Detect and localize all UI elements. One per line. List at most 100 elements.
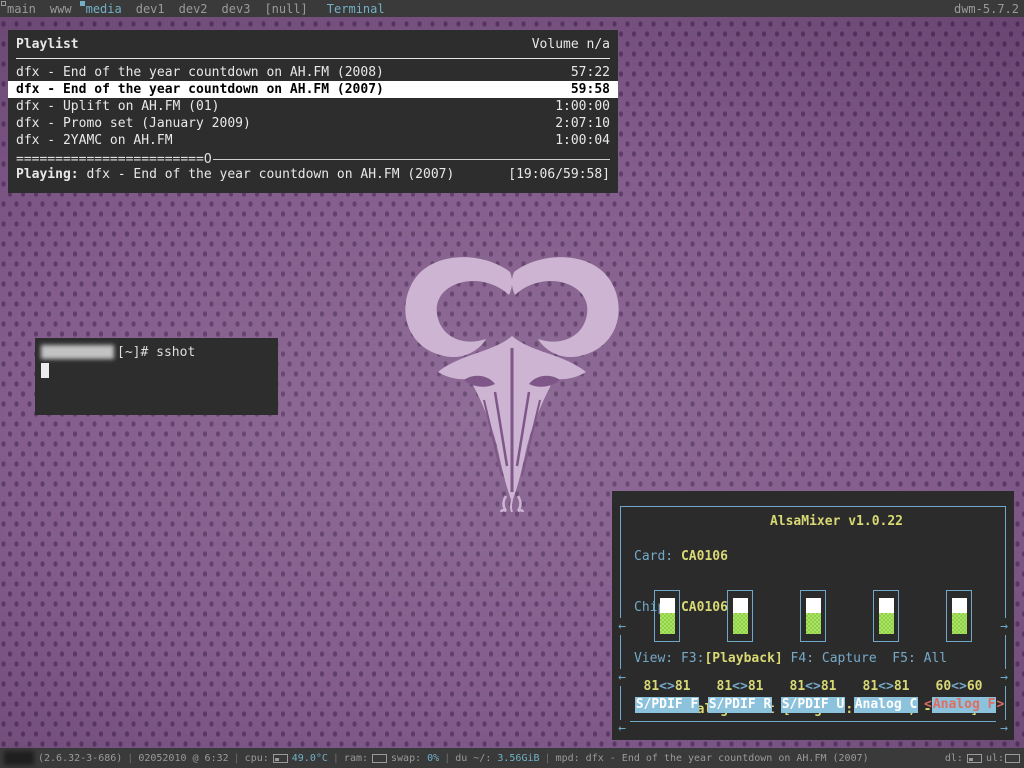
scroll-left-arrows: ← ← ← ← — [614, 584, 630, 768]
terminal-window[interactable]: [~]# sshot — [35, 338, 278, 415]
workspace-tag[interactable]: main — [0, 0, 43, 17]
seek-bar[interactable]: ========================O — [16, 152, 610, 166]
mixer-channel[interactable] — [778, 590, 848, 642]
playlist-rows: dfx - End of the year countdown on AH.FM… — [16, 64, 610, 149]
tag-indicator — [1, 1, 6, 6]
tag-label: media — [86, 2, 122, 16]
card-label: Card: — [634, 549, 681, 564]
track-name: dfx - Uplift on AH.FM (01) — [16, 98, 220, 115]
mixer-slider-fill — [952, 613, 967, 634]
playlist-row[interactable]: dfx - 2YAMC on AH.FM 1:00:04 — [16, 132, 610, 149]
workspace-tag[interactable]: dev3 — [215, 0, 258, 17]
now-playing-text: Playing: dfx - End of the year countdown… — [16, 167, 454, 185]
workspace-tag[interactable]: www — [43, 0, 79, 17]
workspace-tag[interactable]: media — [79, 0, 129, 17]
channel-label[interactable]: S/PDIF R — [708, 697, 773, 713]
channel-label[interactable]: S/PDIF U — [781, 697, 846, 713]
workspace-tag[interactable]: [null] — [257, 0, 314, 17]
workspace-tag[interactable]: dev2 — [172, 0, 215, 17]
volume-slider[interactable] — [727, 590, 753, 642]
track-time: 1:00:04 — [555, 132, 610, 149]
mixer-chip[interactable]: <Analog F> — [924, 697, 994, 713]
volume-status: Volume n/a — [532, 37, 610, 52]
card-value: CA0106 — [681, 549, 728, 564]
mixer-slider-fill — [733, 613, 748, 634]
gnu-logo — [396, 250, 628, 512]
terminal-prompt-line: [~]# sshot — [41, 344, 272, 360]
playlist-window: Playlist Volume n/a dfx - End of the yea… — [8, 30, 618, 193]
tag-label: dev2 — [179, 2, 208, 16]
volume-slider[interactable] — [873, 590, 899, 642]
datetime: 02052010 @ 6:32 — [138, 753, 228, 764]
cpu-temperature: 49.0°C — [292, 753, 328, 764]
mpd-track: dfx - End of the year countdown on AH.FM… — [586, 753, 869, 764]
volume-slider[interactable] — [946, 590, 972, 642]
tag-label: dev1 — [136, 2, 165, 16]
track-time: 1:00:00 — [555, 98, 610, 115]
mixer-chip[interactable]: <S/PDIF U> — [778, 697, 848, 713]
upload-gauge-icon — [1005, 754, 1020, 763]
du-value: 3.56GiB — [497, 753, 539, 764]
view-mode: [Playback] — [704, 651, 782, 666]
tag-label: www — [50, 2, 72, 16]
right-arrow-icon: → — [996, 618, 1012, 635]
scroll-right-arrows: → → → → — [996, 584, 1012, 768]
tag-label: main — [7, 2, 36, 16]
terminal-cursor[interactable] — [41, 363, 49, 378]
mixer-slider-fill — [879, 613, 894, 634]
mpd-label: mpd: — [556, 753, 586, 764]
mixer-channel[interactable] — [924, 590, 994, 642]
track-name: dfx - 2YAMC on AH.FM — [16, 132, 173, 149]
mixer-sliders — [632, 590, 994, 642]
status-bar: (2.6.32-3-686) | 02052010 @ 6:32 | cpu: … — [0, 748, 1024, 768]
left-arrow-icon: ← — [614, 669, 630, 686]
ram-label: ram: — [344, 753, 368, 764]
volume-slider[interactable] — [800, 590, 826, 642]
right-arrow-icon: → — [996, 669, 1012, 686]
mixer-channel[interactable] — [705, 590, 775, 642]
playlist-row[interactable]: dfx - End of the year countdown on AH.FM… — [16, 64, 610, 81]
tag-indicator — [80, 1, 85, 6]
track-name: dfx - Promo set (January 2009) — [16, 115, 251, 132]
network-monitors: dl: ul: — [945, 753, 1020, 764]
cpu-label: cpu: — [245, 753, 269, 764]
playlist-header: Playlist Volume n/a — [16, 30, 610, 59]
separator: | — [234, 753, 240, 764]
separator: | — [545, 753, 551, 764]
playing-label: Playing: — [16, 167, 86, 182]
playlist-row[interactable]: dfx - End of the year countdown on AH.FM… — [8, 81, 618, 98]
track-time: 57:22 — [571, 64, 610, 81]
track-name: dfx - End of the year countdown on AH.FM… — [16, 64, 384, 81]
mixer-view-line: View: F3:[Playback] F4: Capture F5: All — [634, 650, 978, 667]
seek-bar-elapsed: ======================== — [16, 152, 204, 167]
mixer-chip[interactable]: <S/PDIF R> — [705, 697, 775, 713]
seek-bar-remaining — [213, 159, 610, 160]
channel-label[interactable]: Analog C — [854, 697, 919, 713]
mixer-chip[interactable]: <Analog C> — [851, 697, 921, 713]
ram-gauge-icon — [372, 754, 387, 763]
separator: | — [444, 753, 450, 764]
channel-value: 81<>81 — [705, 679, 775, 694]
separator: | — [127, 753, 133, 764]
mixer-slider-fill — [660, 613, 675, 634]
mixer-channel-labels: <S/PDIF F> <S/PDIF R> <S/PDIF U> <Analog… — [632, 697, 994, 713]
now-playing-bar: Playing: dfx - End of the year countdown… — [16, 167, 610, 185]
redacted-hostname — [41, 345, 114, 359]
top-bar: main www media dev1 dev2 dev3 [null] Ter… — [0, 0, 1024, 17]
left-arrow-icon: ← — [614, 618, 630, 635]
separator: | — [333, 753, 339, 764]
view-f3-key[interactable]: F3: — [681, 651, 704, 666]
du-label: du ~/: — [455, 753, 497, 764]
playlist-row[interactable]: dfx - Uplift on AH.FM (01) 1:00:00 — [16, 98, 610, 115]
dwm-version: dwm-5.7.2 — [954, 2, 1024, 16]
channel-label[interactable]: Analog F — [932, 697, 997, 713]
mixer-channel[interactable] — [851, 590, 921, 642]
playlist-row[interactable]: dfx - Promo set (January 2009) 2:07:10 — [16, 115, 610, 132]
seek-bar-knob[interactable]: O — [204, 152, 212, 167]
workspace-tag[interactable]: dev1 — [129, 0, 172, 17]
tag-label: dev3 — [222, 2, 251, 16]
mixer-values: 81<>81 81<>81 81<>81 81<>81 60<>60 — [632, 679, 994, 694]
alsamixer-window: AlsaMixer v1.0.22 Card: CA0106 Chip: CA0… — [612, 491, 1014, 740]
view-other-keys[interactable]: F4: Capture F5: All — [783, 651, 947, 666]
track-time: 59:58 — [571, 81, 610, 98]
